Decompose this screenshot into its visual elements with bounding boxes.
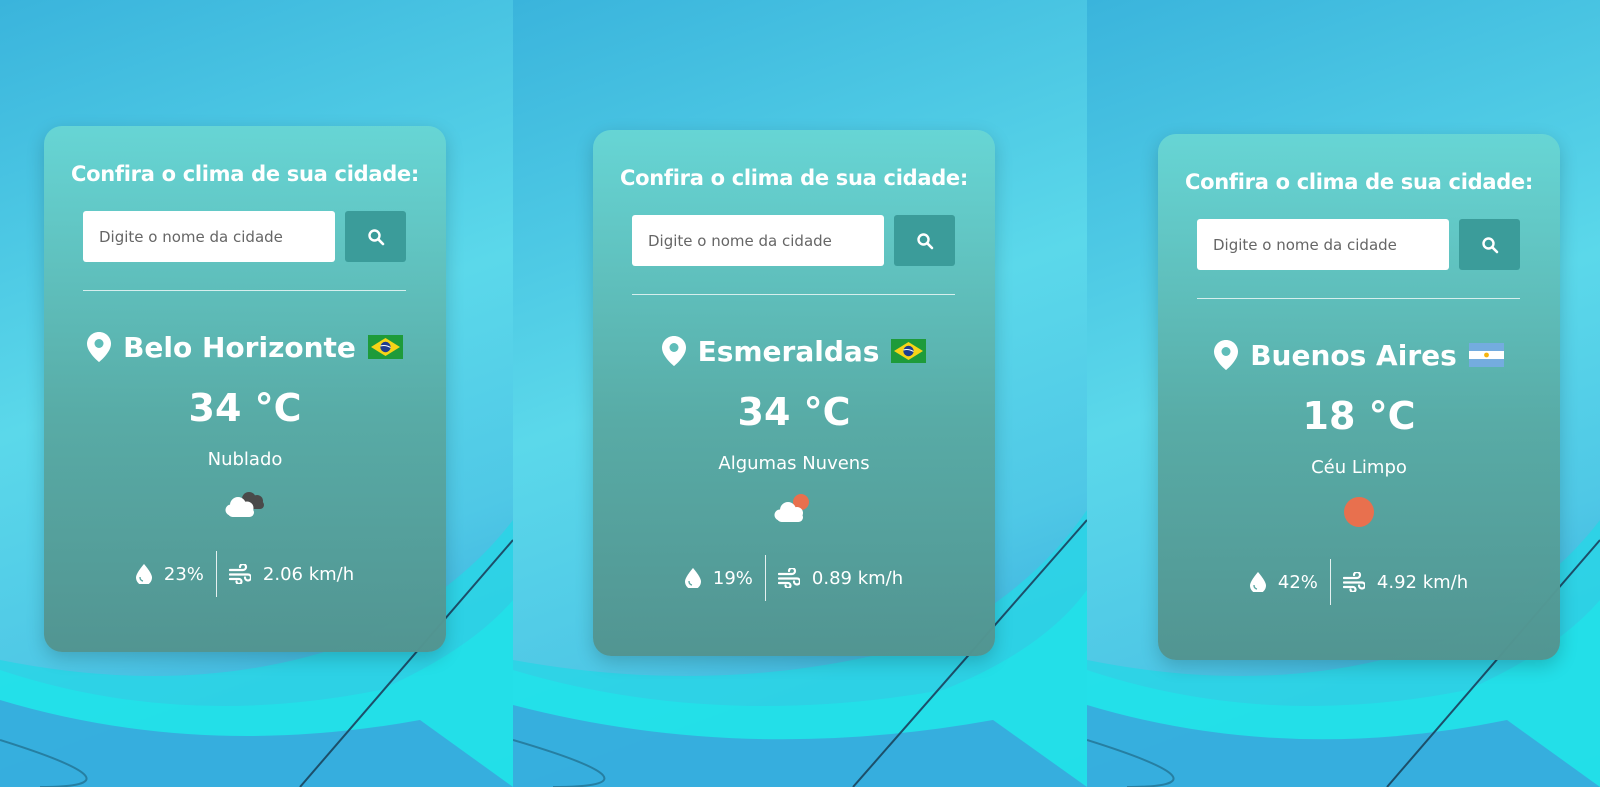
wind-icon — [1342, 572, 1365, 592]
wind-value: 4.92 km/h — [1376, 571, 1469, 593]
water-drop-icon — [684, 568, 701, 588]
search-button[interactable] — [345, 211, 406, 262]
brazil-flag-icon — [891, 339, 927, 363]
screenshot-panel-belo-horizonte: Confira o clima de sua cidade: Belo Hori… — [0, 0, 513, 787]
temperature: 34 °C — [188, 386, 302, 430]
city-name: Buenos Aires — [1250, 338, 1457, 372]
screenshot-panel-buenos-aires: Confira o clima de sua cidade: Buenos Ai… — [1087, 0, 1600, 787]
divider — [83, 290, 406, 291]
details-separator — [764, 555, 766, 601]
weather-details: 42% 4.92 km/h — [1158, 559, 1560, 605]
broken-clouds-icon — [225, 492, 264, 517]
clear-sky-icon — [1344, 497, 1374, 527]
wind-icon — [228, 564, 251, 584]
city-search-input[interactable] — [83, 211, 335, 262]
map-pin-icon — [1214, 340, 1239, 370]
divider — [632, 294, 955, 295]
map-pin-icon — [87, 332, 112, 362]
few-clouds-icon — [774, 494, 809, 522]
search-form — [83, 211, 406, 262]
temperature: 18 °C — [1302, 394, 1416, 438]
search-form — [632, 215, 955, 266]
search-icon — [1481, 236, 1498, 253]
card-title: Confira o clima de sua cidade: — [620, 166, 968, 190]
city-search-input[interactable] — [632, 215, 884, 266]
city-name: Esmeraldas — [697, 334, 880, 368]
search-icon — [367, 228, 384, 245]
humidity-value: 23% — [163, 563, 204, 585]
weather-description: Nublado — [207, 449, 283, 470]
search-form — [1197, 219, 1520, 270]
wind-item: 4.92 km/h — [1342, 571, 1469, 593]
humidity-item: 23% — [135, 563, 204, 585]
details-separator — [215, 551, 217, 597]
wind-value: 2.06 km/h — [262, 563, 355, 585]
search-button[interactable] — [1459, 219, 1520, 270]
weather-card: Confira o clima de sua cidade: Belo Hori… — [44, 126, 446, 652]
weather-card: Confira o clima de sua cidade: Buenos Ai… — [1158, 134, 1560, 660]
temperature: 34 °C — [737, 390, 851, 434]
screenshot-panel-esmeraldas: Confira o clima de sua cidade: Esmeralda… — [513, 0, 1087, 787]
humidity-value: 19% — [712, 567, 753, 589]
map-pin-icon — [661, 336, 686, 366]
city-row: Esmeraldas — [593, 334, 995, 368]
weather-card: Confira o clima de sua cidade: Esmeralda… — [593, 130, 995, 656]
weather-details: 19% 0.89 km/h — [593, 555, 995, 601]
water-drop-icon — [1249, 572, 1266, 592]
weather-description: Céu Limpo — [1311, 457, 1407, 478]
wind-value: 0.89 km/h — [811, 567, 904, 589]
brazil-flag-icon — [367, 335, 403, 359]
city-row: Belo Horizonte — [44, 330, 446, 364]
wind-icon — [777, 568, 800, 588]
humidity-item: 42% — [1249, 571, 1318, 593]
details-separator — [1329, 559, 1331, 605]
humidity-item: 19% — [684, 567, 753, 589]
wind-item: 2.06 km/h — [228, 563, 355, 585]
search-icon — [916, 232, 933, 249]
search-button[interactable] — [894, 215, 955, 266]
card-title: Confira o clima de sua cidade: — [71, 162, 419, 186]
water-drop-icon — [135, 564, 152, 584]
city-row: Buenos Aires — [1158, 338, 1560, 372]
card-title: Confira o clima de sua cidade: — [1185, 170, 1533, 194]
city-search-input[interactable] — [1197, 219, 1449, 270]
argentina-flag-icon — [1468, 343, 1504, 367]
weather-details: 23% 2.06 km/h — [44, 551, 446, 597]
divider — [1197, 298, 1520, 299]
weather-description: Algumas Nuvens — [718, 453, 870, 474]
wind-item: 0.89 km/h — [777, 567, 904, 589]
city-name: Belo Horizonte — [123, 330, 356, 364]
humidity-value: 42% — [1277, 571, 1318, 593]
